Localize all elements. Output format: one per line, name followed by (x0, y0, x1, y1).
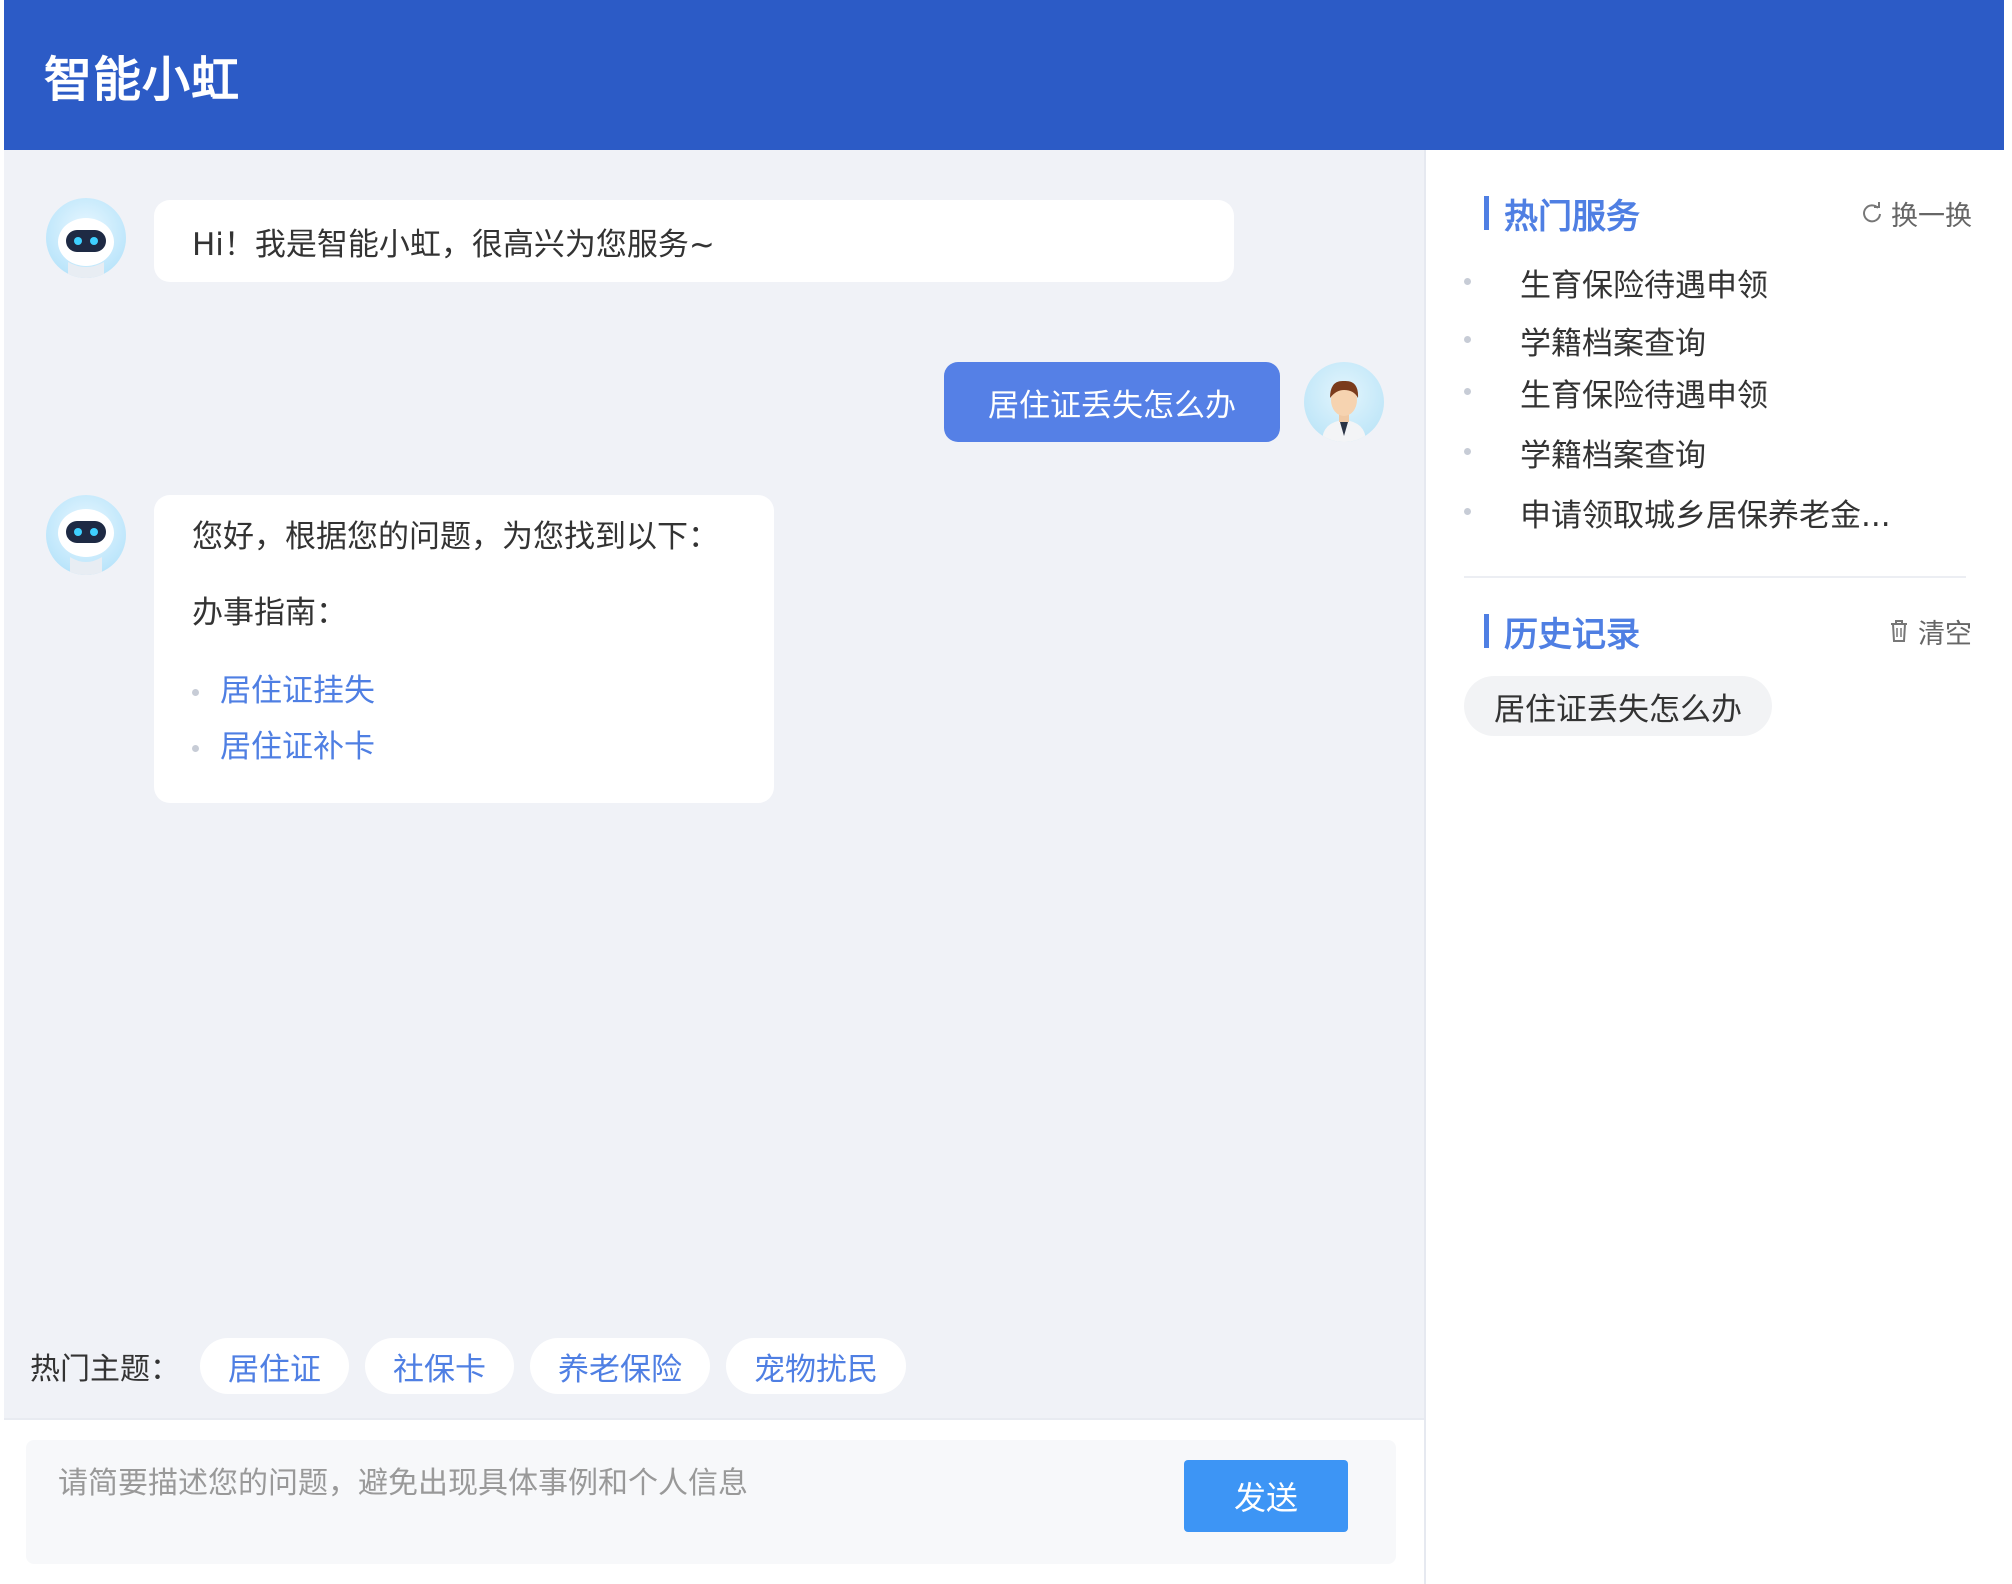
bot-message: Hi！我是智能小虹，很高兴为您服务~ (154, 200, 1234, 282)
trash-icon (1888, 619, 1918, 643)
send-button[interactable]: 发送 (1184, 1460, 1348, 1532)
section-accent-bar (1484, 196, 1489, 230)
section-divider (1464, 576, 1966, 578)
service-item-label: 学籍档案查询 (1520, 326, 1706, 362)
chat-area[interactable]: Hi！我是智能小虹，很高兴为您服务~ 居住证丢失怎么办 您好，根据您的问题，为您… (4, 150, 1424, 1584)
topic-chip[interactable]: 居住证 (200, 1338, 349, 1394)
service-item-label: 生育保险待遇申领 (1520, 268, 1768, 304)
bot-message-text: Hi！我是智能小虹，很高兴为您服务~ (192, 219, 715, 264)
topic-chip[interactable]: 养老保险 (530, 1338, 710, 1394)
service-item-label: 申请领取城乡居保养老金... (1520, 498, 1891, 534)
user-message: 居住证丢失怎么办 (944, 362, 1280, 442)
guide-link[interactable]: 居住证补卡 (192, 719, 736, 775)
guide-link[interactable]: 居住证挂失 (192, 663, 736, 719)
robot-icon (46, 198, 126, 278)
clear-history-button[interactable]: 清空 (1888, 612, 1972, 651)
bot-answer: 您好，根据您的问题，为您找到以下： 办事指南： 居住证挂失 居住证补卡 (154, 495, 774, 803)
service-item[interactable]: 学籍档案查询 (1464, 430, 1706, 475)
sidebar: 热门服务 换一换 生育保险待遇申领 学籍档案查询 生育保险待遇申领 学籍档案查询… (1424, 150, 2004, 1584)
input-area: 发送 (4, 1418, 1424, 1584)
app-header: 智能小虹 (4, 0, 2004, 150)
service-item[interactable]: 申请领取城乡居保养老金... (1464, 490, 1891, 535)
service-item[interactable]: 生育保险待遇申领 (1464, 260, 1768, 305)
history-header: 历史记录 清空 (1426, 606, 2006, 656)
service-item-label: 学籍档案查询 (1520, 438, 1706, 474)
answer-intro: 您好，根据您的问题，为您找到以下： (192, 517, 736, 557)
refresh-icon (1861, 202, 1891, 224)
user-message-text: 居住证丢失怎么办 (988, 380, 1236, 425)
service-item[interactable]: 生育保险待遇申领 (1464, 370, 1768, 415)
app-title: 智能小虹 (44, 40, 240, 110)
guide-label: 办事指南： (192, 593, 736, 633)
topic-chip[interactable]: 宠物扰民 (726, 1338, 906, 1394)
user-icon (1304, 362, 1384, 442)
history-item[interactable]: 居住证丢失怎么办 (1464, 676, 1772, 736)
service-item[interactable]: 学籍档案查询 (1464, 318, 1706, 363)
hot-services-header: 热门服务 换一换 (1426, 188, 2006, 238)
history-title: 历史记录 (1504, 607, 1640, 656)
hot-services-title: 热门服务 (1504, 189, 1640, 238)
refresh-label: 换一换 (1891, 194, 1972, 233)
topic-chip[interactable]: 社保卡 (365, 1338, 514, 1394)
refresh-button[interactable]: 换一换 (1861, 194, 1972, 233)
hot-topics-label: 热门主题： (30, 1344, 180, 1388)
clear-label: 清空 (1918, 612, 1972, 651)
robot-icon (46, 495, 126, 575)
service-item-label: 生育保险待遇申领 (1520, 378, 1768, 414)
section-accent-bar (1484, 614, 1489, 648)
hot-topics: 热门主题： 居住证 社保卡 养老保险 宠物扰民 (30, 1338, 922, 1394)
guide-link-list: 居住证挂失 居住证补卡 (192, 663, 736, 775)
